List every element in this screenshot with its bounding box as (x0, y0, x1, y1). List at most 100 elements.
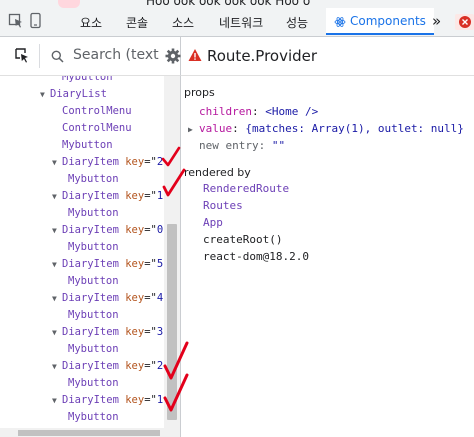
new-entry-key: new entry (199, 139, 259, 152)
rendered-by-item[interactable]: App (203, 216, 223, 229)
gear-icon[interactable] (165, 48, 181, 64)
component-name: DiaryItem (62, 360, 119, 372)
more-tabs-button[interactable]: » (432, 12, 441, 30)
tab-performance[interactable]: 성능 (286, 14, 308, 31)
key-attr-name: key (125, 190, 145, 202)
tree-node-controlmenu[interactable]: ControlMenu (62, 104, 132, 118)
prop-value: <Home /> (265, 105, 319, 118)
rendered-by-item[interactable]: RenderedRoute (203, 182, 289, 195)
component-name: Mybutton (68, 343, 119, 355)
horizontal-scroll-thumb[interactable] (18, 430, 160, 436)
tree-node-mybutton[interactable]: Mybutton (68, 410, 119, 424)
key-equals: =" (144, 224, 157, 236)
react-icon (334, 16, 346, 27)
error-badge[interactable] (455, 14, 474, 30)
component-title: Route.Provider (207, 47, 318, 65)
expand-arrow-icon[interactable]: ▼ (52, 224, 62, 238)
tab-sources[interactable]: 소스 (172, 14, 194, 31)
expand-arrow-icon[interactable]: ▼ (52, 156, 62, 170)
tree-node-mybutton[interactable]: Mybutton (68, 308, 119, 322)
component-tree: Mybutton ▼ DiaryList ControlMenu ControlMenu… (0, 76, 164, 428)
expand-arrow-icon[interactable]: ▼ (52, 258, 62, 272)
component-name: DiaryItem (62, 156, 119, 168)
key-attr-name: key (125, 292, 145, 304)
tree-node-diaryitem[interactable]: ▼DiaryItem key="5" (52, 257, 164, 271)
prop-value: {matches: Array(1), outlet: null} (245, 122, 464, 135)
component-name: ControlMenu (62, 105, 132, 117)
tree-node-diaryitem[interactable]: ▼DiaryItem key="4" (52, 291, 164, 305)
key-equals: =" (144, 156, 157, 168)
component-name: DiaryItem (62, 292, 119, 304)
component-name: Mybutton (68, 411, 119, 423)
tab-elements[interactable]: 요소 (80, 14, 102, 31)
key-equals: =" (144, 326, 157, 338)
tree-node-mybutton[interactable]: Mybutton (68, 240, 119, 254)
expand-arrow-icon[interactable]: ▼ (52, 190, 62, 204)
rendered-by-item[interactable]: Routes (203, 199, 243, 212)
key-attr-name: key (125, 394, 145, 406)
key-attr-name: key (125, 258, 145, 270)
expand-arrow-icon[interactable]: ▼ (52, 292, 62, 306)
tree-node-diarylist[interactable]: ▼ DiaryList (40, 87, 107, 101)
device-toolbar-icon[interactable] (28, 12, 44, 30)
warning-icon (188, 49, 202, 61)
prop-colon: : (251, 105, 266, 118)
key-equals: =" (144, 394, 157, 406)
error-icon (459, 16, 471, 28)
expand-arrow-icon[interactable]: ▼ (52, 360, 62, 374)
rendered-by-item: react-dom@18.2.0 (203, 250, 309, 263)
expand-arrow-icon[interactable]: ▼ (52, 326, 62, 340)
prop-new-entry[interactable]: new entry: "" (199, 139, 285, 152)
chevron-right-icon[interactable]: ▶ (188, 125, 199, 134)
tree-node-diaryitem[interactable]: ▼DiaryItem key="3" (52, 325, 164, 339)
component-name: DiaryItem (62, 258, 119, 270)
key-attr-name: key (125, 326, 145, 338)
prop-colon: : (258, 139, 272, 152)
component-name: Mybutton (68, 241, 119, 253)
component-name: Mybutton (62, 76, 113, 83)
tree-node-controlmenu[interactable]: ControlMenu (62, 121, 132, 135)
vertical-scroll-thumb[interactable] (167, 224, 177, 420)
tree-node-mybutton[interactable]: Mybutton (68, 172, 119, 186)
tree-node-mybutton[interactable]: Mybutton (68, 274, 119, 288)
tree-node-mybutton[interactable]: Mybutton (68, 342, 119, 356)
tree-node-mybutton[interactable]: Mybutton (68, 206, 119, 220)
tab-console[interactable]: 콘솔 (126, 14, 148, 31)
key-equals: =" (144, 190, 157, 202)
rendered-by-item: createRoot() (203, 233, 283, 246)
tree-node-mybutton[interactable]: Mybutton (62, 76, 113, 84)
tree-node-diaryitem[interactable]: ▼DiaryItem key="0" (52, 223, 164, 237)
component-name: DiaryList (50, 88, 107, 100)
inspect-element-icon[interactable] (8, 12, 24, 30)
tree-vertical-scrollbar[interactable] (164, 76, 181, 428)
tab-components[interactable]: Components (326, 8, 434, 35)
prop-key: value (199, 122, 233, 135)
devtools-tabbar: 요소 콘솔 소스 네트워크 성능 Components » (0, 8, 474, 37)
expand-arrow-icon[interactable]: ▼ (40, 88, 50, 102)
tree-node-mybutton[interactable]: Mybutton (68, 376, 119, 390)
tree-horizontal-scrollbar[interactable] (0, 428, 181, 437)
component-name: Mybutton (68, 173, 119, 185)
component-name: Mybutton (68, 309, 119, 321)
tree-node-diaryitem[interactable]: ▼DiaryItem key="1" (52, 189, 164, 203)
component-name: DiaryItem (62, 394, 119, 406)
new-entry-value[interactable]: "" (272, 139, 285, 152)
key-attr-name: key (125, 360, 145, 372)
tab-network[interactable]: 네트워크 (219, 14, 263, 31)
prop-value-row[interactable]: ▶ value: {matches: Array(1), outlet: null… (188, 122, 464, 135)
component-name: Mybutton (68, 207, 119, 219)
select-element-icon[interactable] (14, 47, 30, 65)
prop-key: children (199, 105, 252, 118)
tree-node-mybutton[interactable]: Mybutton (62, 138, 113, 152)
tree-node-diaryitem[interactable]: ▼DiaryItem key="1" (52, 393, 164, 407)
tree-node-diaryitem[interactable]: ▼DiaryItem key="2" (52, 359, 164, 373)
key-equals: =" (144, 258, 157, 270)
component-name: DiaryItem (62, 326, 119, 338)
expand-arrow-icon[interactable]: ▼ (52, 394, 62, 408)
tree-node-diaryitem[interactable]: ▼DiaryItem key="2" (52, 155, 164, 169)
prop-children: children: <Home /> (199, 105, 318, 118)
search-input[interactable]: Search (text (73, 47, 159, 63)
component-name: DiaryItem (62, 190, 119, 202)
props-section-label: props (184, 86, 215, 99)
key-equals: =" (144, 360, 157, 372)
